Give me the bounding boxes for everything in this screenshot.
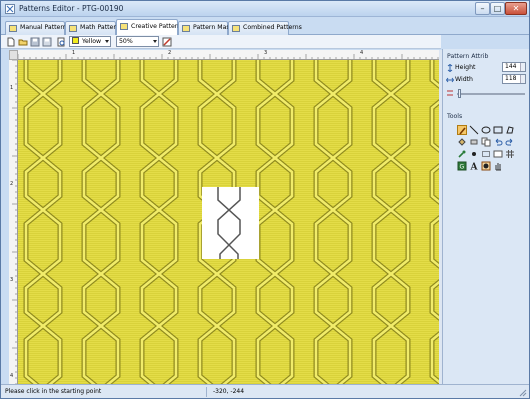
svg-text:G: G <box>460 164 465 171</box>
color-picker-icon[interactable] <box>162 37 172 47</box>
pattern-svg <box>18 60 439 384</box>
print-preview-icon[interactable] <box>56 37 66 47</box>
status-bar: Please click in the starting point -320,… <box>1 384 529 398</box>
minimize-button[interactable]: – <box>475 2 490 15</box>
mask-icon[interactable] <box>481 161 491 171</box>
copy-tool-icon[interactable] <box>481 137 491 147</box>
tab-combined-patterns[interactable]: Combined Patterns <box>228 21 302 35</box>
color-value: Yellow <box>82 38 102 45</box>
vertical-ruler: 1 2 3 4 <box>9 60 18 384</box>
tab-icon <box>9 25 17 32</box>
polygon-tool-icon[interactable] <box>505 125 515 135</box>
ruler-corner <box>9 50 18 60</box>
ellipse-tool-icon[interactable] <box>481 125 491 135</box>
tab-icon <box>232 25 240 32</box>
svg-text:A: A <box>470 163 479 172</box>
eyedropper-icon[interactable] <box>457 149 467 159</box>
tab-icon <box>120 23 128 30</box>
resize-grip-icon[interactable] <box>519 389 527 397</box>
horizontal-ruler: 1 2 3 4 <box>18 50 439 60</box>
redo-icon[interactable] <box>505 137 515 147</box>
pattern-canvas[interactable] <box>18 60 439 384</box>
tab-pattern-masks[interactable]: Pattern Masks <box>178 21 236 35</box>
ruler-label: 2 <box>168 50 172 56</box>
ruler-ticks <box>12 60 17 384</box>
eraser-tool-icon[interactable] <box>469 137 479 147</box>
width-spinner[interactable]: 118 <box>502 74 526 84</box>
line-tool-icon[interactable] <box>469 125 479 135</box>
undo-icon[interactable] <box>493 137 503 147</box>
zoom-value: 50% <box>119 38 133 45</box>
cursor-coordinates: -320, -244 <box>213 388 245 395</box>
zoom-dropdown[interactable]: 50% <box>116 36 159 47</box>
tab-creative-patterns[interactable]: Creative Patterns <box>116 19 184 35</box>
color-swatch <box>72 37 79 44</box>
toolbar: Yellow 50% <box>1 35 441 49</box>
app-icon <box>5 4 15 14</box>
ruler-label: 4 <box>360 50 364 56</box>
height-label: Height <box>455 64 476 71</box>
slider-thumb[interactable] <box>458 89 461 98</box>
height-icon <box>447 64 453 72</box>
tab-math-patterns[interactable]: Math Patterns <box>65 21 123 35</box>
color-dropdown[interactable]: Yellow <box>69 36 111 47</box>
height-spinner[interactable]: 144 <box>502 62 526 72</box>
chevron-down-icon <box>105 40 109 43</box>
stamp-icon[interactable]: G <box>457 161 467 171</box>
open-icon[interactable] <box>18 37 28 47</box>
rectangle-tool-icon[interactable] <box>493 125 503 135</box>
status-divider <box>206 387 207 397</box>
ruler-label: 2 <box>10 181 14 187</box>
spinner-arrows-icon[interactable] <box>520 63 525 71</box>
maximize-button[interactable]: □ <box>490 2 505 15</box>
slider-track <box>457 93 525 95</box>
tab-manual-patterns[interactable]: Manual Patterns <box>5 21 70 35</box>
ruler-label: 3 <box>264 50 268 56</box>
title-bar[interactable]: Patterns Editor - PTG-00190 – □ ✕ <box>1 1 529 17</box>
status-message: Please click in the starting point <box>5 388 102 395</box>
app-window: Patterns Editor - PTG-00190 – □ ✕ Manual… <box>0 0 530 399</box>
pencil-tool-icon[interactable] <box>457 125 467 135</box>
ruler-label: 1 <box>72 50 76 56</box>
grid-icon[interactable] <box>505 149 515 159</box>
select-rect-icon[interactable] <box>481 149 491 159</box>
pan-icon[interactable] <box>493 149 503 159</box>
hand-icon[interactable] <box>493 161 503 171</box>
tab-label: Manual Patterns <box>20 24 70 31</box>
side-panel: Pattern Attrib Height 144 Width 118 Tool… <box>442 49 529 384</box>
tab-label: Creative Patterns <box>131 23 185 30</box>
pattern-attrib-title: Pattern Attrib <box>447 53 489 60</box>
tab-label: Combined Patterns <box>243 24 302 31</box>
tab-icon <box>69 25 77 32</box>
text-tool-icon[interactable]: A <box>469 161 479 172</box>
ruler-label: 1 <box>10 85 14 91</box>
chevron-down-icon <box>153 40 157 43</box>
ruler-label: 4 <box>10 373 14 379</box>
new-icon[interactable] <box>6 37 16 47</box>
selection-preview <box>202 187 259 259</box>
spinner-arrows-icon[interactable] <box>520 75 525 83</box>
fill-tool-icon[interactable] <box>457 137 467 147</box>
brush-size-icon[interactable] <box>469 149 479 159</box>
tab-icon <box>182 25 190 32</box>
close-button[interactable]: ✕ <box>505 2 527 15</box>
window-title: Patterns Editor - PTG-00190 <box>19 4 124 13</box>
ruler-ticks <box>18 54 439 59</box>
tools-title: Tools <box>447 113 463 120</box>
width-label: Width <box>455 76 473 83</box>
save-as-icon[interactable] <box>42 37 52 47</box>
ruler-label: 3 <box>10 277 14 283</box>
width-icon <box>446 77 454 83</box>
save-icon[interactable] <box>30 37 40 47</box>
height-value: 144 <box>505 63 517 70</box>
slider-icon <box>447 90 453 96</box>
width-value: 118 <box>505 75 517 82</box>
tab-bar: Manual Patterns Math Patterns Creative P… <box>1 18 529 35</box>
